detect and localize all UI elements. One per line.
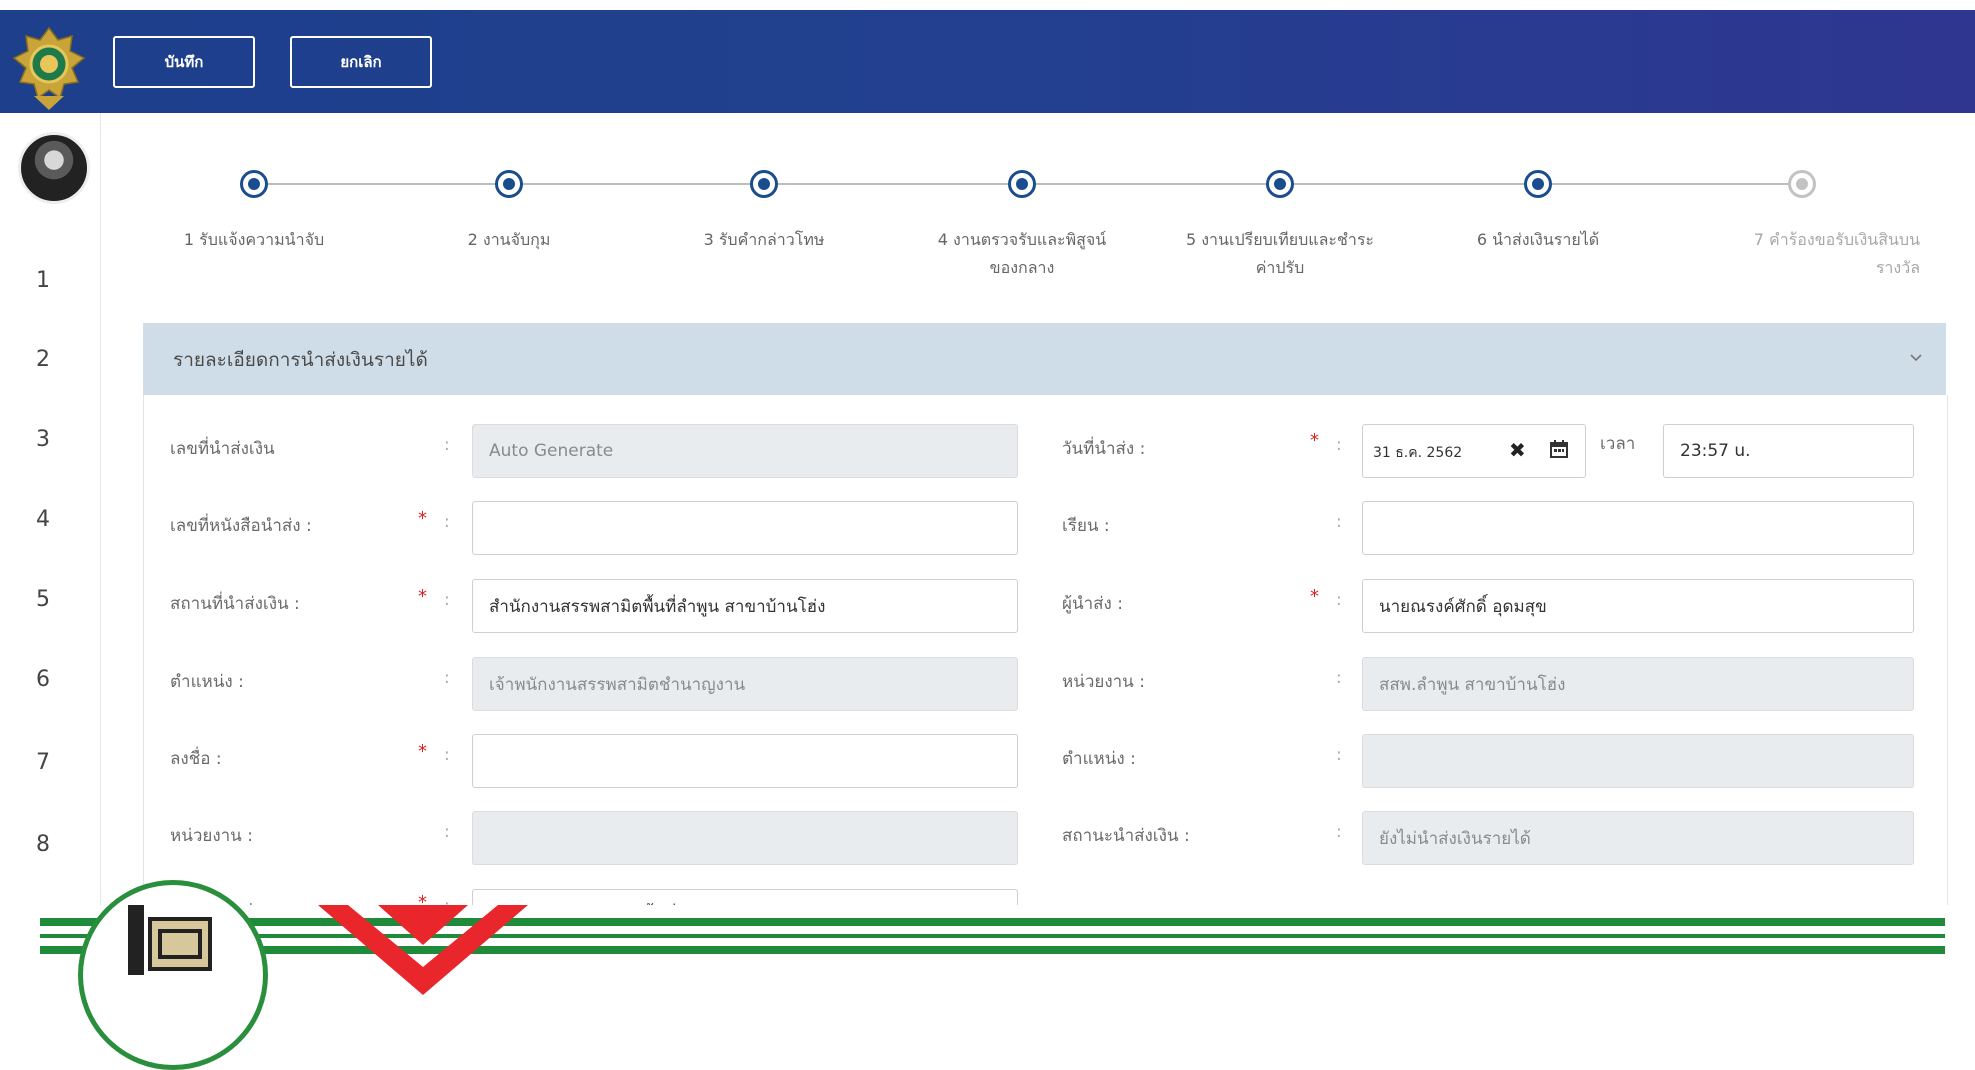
colon-separator: : (1336, 435, 1342, 455)
rail-item-number[interactable]: 7 (36, 750, 66, 775)
document-number-input[interactable] (472, 501, 1018, 555)
step-label-line: รางวัล (1875, 258, 1920, 277)
step-marker-2[interactable] (495, 170, 523, 198)
sender-agency-field: สสพ.ลำพูน สาขาบ้านโฮ่ง (1362, 657, 1914, 711)
clear-date-icon[interactable]: ✖ (1509, 438, 1526, 462)
step-label-line: 6 นำส่งเงินรายได้ (1476, 230, 1600, 249)
user-avatar[interactable] (18, 132, 90, 204)
step-label-line: 3 รับคำกล่าวโทษ (703, 230, 825, 249)
required-marker: * (1310, 430, 1319, 451)
step-label-line: 7 คำร้องขอรับเงินสินบน (1753, 230, 1920, 249)
step-label-line: ค่าปรับ (1255, 258, 1305, 277)
cancel-button[interactable]: ยกเลิก (290, 36, 432, 88)
step-label-5[interactable]: 5 งานเปรียบเทียบและชำระ ค่าปรับ (1170, 226, 1390, 282)
field-label: สถานที่นำส่งเงิน : (170, 594, 300, 614)
field-label: ผู้นำส่ง : (1062, 594, 1123, 614)
step-marker-3[interactable] (750, 170, 778, 198)
rail-item-number[interactable]: 1 (36, 268, 66, 293)
panel-title: รายละเอียดการนำส่งเงินรายได้ (173, 349, 428, 371)
step-label-6[interactable]: 6 นำส่งเงินรายได้ (1428, 226, 1648, 254)
rail-item-number[interactable]: 6 (36, 667, 66, 692)
emblem-icon (128, 905, 212, 975)
step-marker-5[interactable] (1266, 170, 1294, 198)
field-label: เรียน : (1062, 516, 1110, 536)
panel-header[interactable]: รายละเอียดการนำส่งเงินรายได้ (143, 323, 1946, 395)
step-marker-1[interactable] (240, 170, 268, 198)
save-button[interactable]: บันทึก (113, 36, 255, 88)
field-label: สถานะนำส่งเงิน : (1062, 826, 1190, 846)
position-field: เจ้าพนักงานสรรพสามิตชำนาญงาน (472, 657, 1018, 711)
colon-separator: : (444, 512, 450, 532)
colon-separator: : (1336, 668, 1342, 688)
step-label-7[interactable]: 7 คำร้องขอรับเงินสินบน รางวัล (1700, 226, 1920, 282)
red-chevron-graphic (318, 905, 528, 995)
payment-number-field: Auto Generate (472, 424, 1018, 478)
step-marker-7[interactable] (1788, 170, 1816, 198)
step-marker-4[interactable] (1008, 170, 1036, 198)
rail-item-number[interactable]: 8 (36, 832, 66, 857)
top-navbar: บันทึก ยกเลิก (0, 10, 1975, 113)
colon-separator: : (1336, 512, 1342, 532)
time-label: เวลา (1600, 434, 1636, 454)
colon-separator: : (444, 745, 450, 765)
rail-item-number[interactable]: 5 (36, 587, 66, 612)
delivery-time-input[interactable]: 23:57 u. (1663, 424, 1914, 478)
required-marker: * (418, 508, 427, 529)
step-label-line: ของกลาง (989, 258, 1055, 277)
field-label: ลงชื่อ : (170, 749, 222, 769)
colon-separator: : (1336, 745, 1342, 765)
colon-separator: : (1336, 822, 1342, 842)
colon-separator: : (444, 668, 450, 688)
field-label: ตำแหน่ง : (170, 672, 244, 692)
colon-separator: : (444, 822, 450, 842)
colon-separator: : (444, 590, 450, 610)
step-label-line: 4 งานตรวจรับและพิสูจน์ (937, 230, 1107, 249)
step-marker-6[interactable] (1524, 170, 1552, 198)
signer-input[interactable] (472, 734, 1018, 788)
excise-department-logo (12, 26, 86, 110)
recipient-input[interactable] (1362, 501, 1914, 555)
field-label: เลขที่นำส่งเงิน (170, 439, 275, 459)
rail-item-number[interactable]: 3 (36, 427, 66, 452)
delivery-date-picker[interactable]: 31 ธ.ค. 2562 ✖ (1362, 424, 1586, 478)
chevron-down-icon[interactable] (1910, 351, 1922, 363)
field-label: เลขที่หนังสือนำส่ง : (170, 516, 312, 536)
step-label-line: 5 งานเปรียบเทียบและชำระ (1185, 230, 1375, 249)
agency-field (472, 811, 1018, 865)
sender-input[interactable]: นายณรงค์ศักดิ์ อุดมสุข (1362, 579, 1914, 633)
step-label-2[interactable]: 2 งานจับกุม (399, 226, 619, 254)
payment-status-field: ยังไม่นำส่งเงินรายได้ (1362, 811, 1914, 865)
field-label: วันที่นำส่ง : (1062, 439, 1146, 459)
field-label: ตำแหน่ง : (1062, 749, 1136, 769)
required-marker: * (418, 586, 427, 607)
required-marker: * (418, 741, 427, 762)
step-label-1[interactable]: 1 รับแจ้งความนำจับ (144, 226, 364, 254)
step-label-line: 2 งานจับกุม (467, 230, 551, 249)
rail-item-number[interactable]: 2 (36, 347, 66, 372)
step-label-line: 1 รับแจ้งความนำจับ (183, 230, 325, 249)
field-label: หน่วยงาน : (1062, 672, 1145, 692)
colon-separator: : (1336, 590, 1342, 610)
calendar-icon[interactable] (1549, 439, 1569, 459)
rail-item-number[interactable]: 4 (36, 507, 66, 532)
date-value: 31 ธ.ค. 2562 (1373, 445, 1463, 461)
colon-separator: : (444, 435, 450, 455)
payment-location-input[interactable]: สำนักงานสรรพสามิตพื้นที่ลำพูน สาขาบ้านโฮ… (472, 579, 1018, 633)
step-label-3[interactable]: 3 รับคำกล่าวโทษ (654, 226, 874, 254)
required-marker: * (1310, 586, 1319, 607)
step-label-4[interactable]: 4 งานตรวจรับและพิสูจน์ ของกลาง (912, 226, 1132, 282)
field-label: หน่วยงาน : (170, 826, 253, 846)
sender-position-field (1362, 734, 1914, 788)
